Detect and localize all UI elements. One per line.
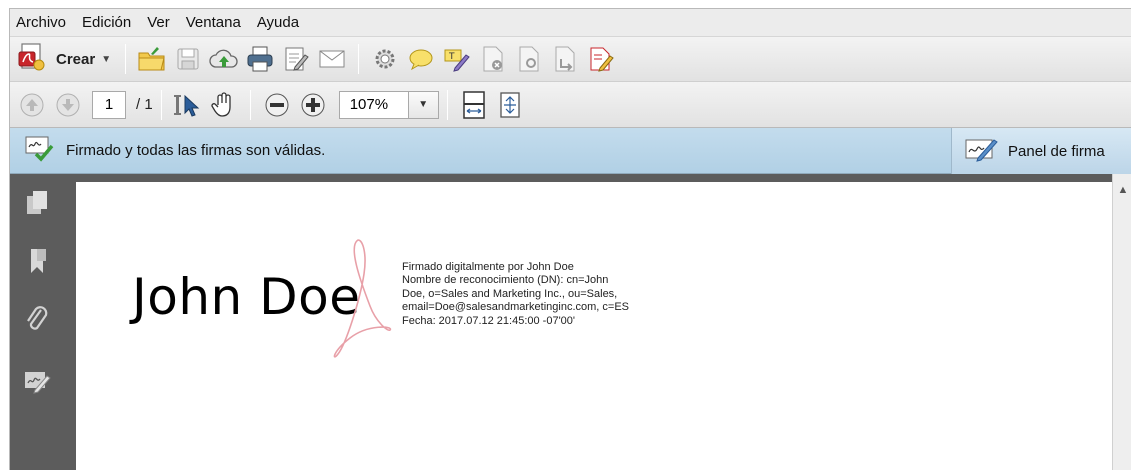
signature-detail-line: Doe, o=Sales and Marketing Inc., ou=Sale…: [402, 287, 618, 300]
vertical-scrollbar[interactable]: ▲: [1112, 174, 1131, 470]
signature-status-text: Firmado y todas las firmas son válidas.: [66, 142, 326, 159]
document-edit-icon[interactable]: [583, 42, 619, 76]
page-number-input[interactable]: [92, 90, 126, 119]
save-icon[interactable]: [170, 42, 206, 76]
document-remove-icon[interactable]: [475, 42, 511, 76]
document-export-icon[interactable]: [547, 42, 583, 76]
signature-detail-line: Nombre de reconocimiento (DN): cn=John: [402, 274, 609, 287]
previous-page-button[interactable]: [14, 88, 50, 122]
separator: [249, 89, 251, 120]
menu-ventana[interactable]: Ventana: [186, 14, 241, 31]
cloud-upload-icon[interactable]: [206, 42, 242, 76]
open-folder-icon[interactable]: [134, 42, 170, 76]
zoom-in-button[interactable]: [295, 88, 331, 122]
print-icon[interactable]: [242, 42, 278, 76]
svg-text:T: T: [448, 52, 455, 62]
document-viewport: John Doe Firmado digitalmente por John D…: [66, 174, 1131, 470]
next-page-button[interactable]: [50, 88, 86, 122]
menu-bar: Archivo Edición Ver Ventana Ayuda: [10, 9, 1131, 37]
main-toolbar: Crear ▼ T: [10, 37, 1131, 82]
arrow-down-icon: [56, 93, 80, 116]
edit-document-icon[interactable]: [278, 42, 314, 76]
signature-detail-line: Fecha: 2017.07.12 21:45:00 -07'00': [402, 314, 576, 327]
signature-pen-icon: [964, 136, 998, 167]
signature-details: Firmado digitalmente por John Doe Nombre…: [402, 261, 629, 328]
pages-icon[interactable]: [20, 186, 54, 220]
signature-panel-label: Panel de firma: [1008, 142, 1105, 160]
signature-panel-button[interactable]: Panel de firma: [951, 128, 1131, 174]
hand-tool-button[interactable]: [206, 88, 242, 122]
arrow-up-icon: [20, 93, 44, 116]
zoom-out-button[interactable]: [259, 88, 295, 122]
page-total: / 1: [136, 96, 153, 113]
fit-page-icon: [500, 91, 520, 118]
attachment-icon[interactable]: [20, 302, 54, 336]
bookmark-icon[interactable]: [20, 244, 54, 278]
gear-icon[interactable]: [367, 42, 403, 76]
plus-icon: [301, 93, 325, 116]
fit-width-icon: [462, 90, 485, 119]
menu-archivo[interactable]: Archivo: [16, 14, 66, 31]
zoom-dropdown-button[interactable]: ▼: [408, 90, 439, 119]
left-navigation-panel: [10, 174, 66, 470]
minus-icon: [265, 93, 289, 116]
menu-ayuda[interactable]: Ayuda: [257, 14, 299, 31]
create-label: Crear: [56, 50, 96, 68]
separator: [446, 89, 448, 120]
fit-width-button[interactable]: [456, 88, 492, 122]
adobe-watermark-icon: [324, 236, 394, 371]
scroll-up-icon[interactable]: ▲: [1113, 182, 1131, 198]
acrobat-window: Archivo Edición Ver Ventana Ayuda Crear …: [9, 8, 1131, 470]
pdf-page: John Doe Firmado digitalmente por John D…: [76, 182, 1112, 470]
create-button[interactable]: Crear ▼: [18, 42, 117, 76]
document-sign-icon[interactable]: [511, 42, 547, 76]
select-tool-button[interactable]: [170, 88, 206, 122]
select-cursor-icon: [173, 94, 199, 117]
navigation-toolbar: / 1 ▼: [10, 82, 1131, 128]
signature-detail-line: email=Doe@salesandmarketinginc.com, c=ES: [402, 301, 629, 314]
create-pdf-icon: [18, 42, 46, 77]
comment-icon[interactable]: [403, 42, 439, 76]
menu-edicion[interactable]: Edición: [82, 14, 131, 31]
valid-signature-icon: [24, 134, 54, 167]
chevron-down-icon: ▼: [101, 53, 112, 65]
separator: [125, 44, 127, 74]
highlight-icon[interactable]: T: [439, 42, 475, 76]
zoom-input[interactable]: [338, 90, 409, 119]
signature-status-bar: Firmado y todas las firmas son válidas. …: [10, 128, 1131, 174]
signature-detail-line: Firmado digitalmente por John Doe: [402, 261, 574, 273]
separator: [160, 89, 162, 120]
fit-page-button[interactable]: [492, 88, 528, 122]
separator: [358, 44, 360, 74]
menu-ver[interactable]: Ver: [147, 14, 170, 31]
signature-icon[interactable]: [20, 364, 54, 398]
email-icon[interactable]: [314, 42, 350, 76]
chevron-down-icon: ▼: [418, 99, 429, 110]
hand-icon: [211, 91, 231, 117]
